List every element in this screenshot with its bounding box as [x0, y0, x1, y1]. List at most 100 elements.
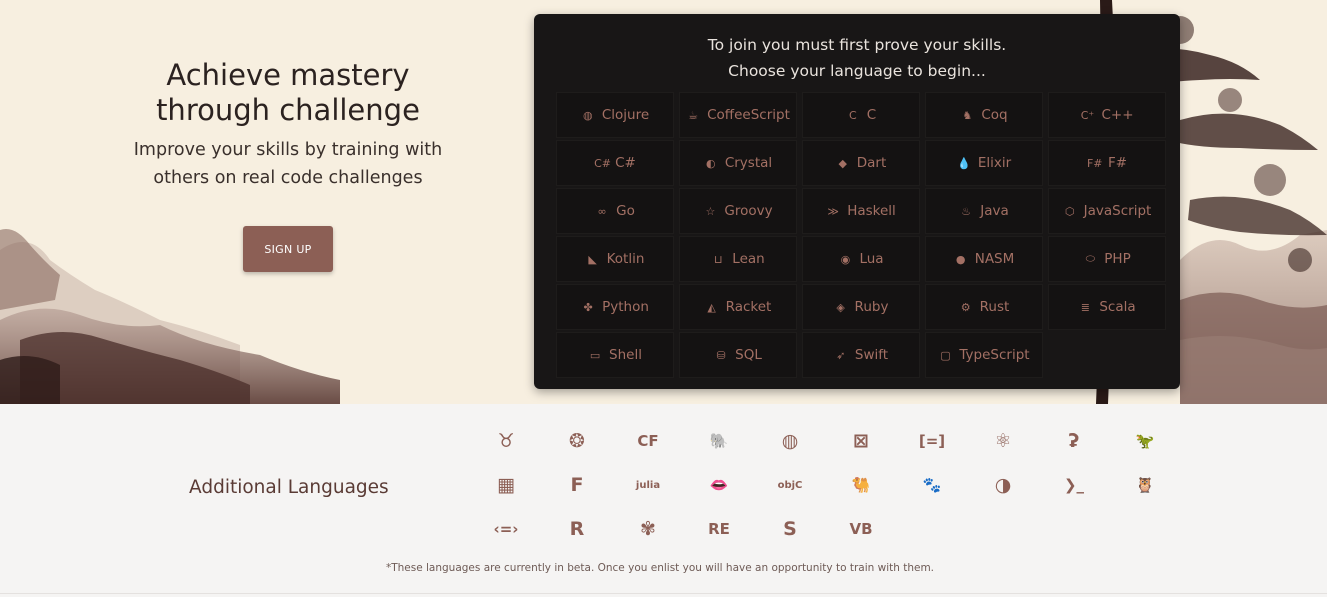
julia-icon[interactable]: julia	[635, 472, 661, 498]
vb-icon[interactable]: VB	[848, 516, 874, 542]
forth-icon[interactable]: ʡ	[1061, 428, 1087, 454]
fantom-icon[interactable]: F	[564, 472, 590, 498]
language-selection-panel: To join you must first prove your skills…	[534, 14, 1180, 389]
cfml-icon[interactable]: CF	[635, 428, 661, 454]
hero-section: Achieve mastery through challenge Improv…	[0, 0, 1327, 404]
language-option-groovy[interactable]: ☆ Groovy	[679, 188, 797, 234]
haskell-icon: ≫	[827, 204, 839, 218]
language-option-lean[interactable]: ⊔ Lean	[679, 236, 797, 282]
language-option-c[interactable]: C# C#	[556, 140, 674, 186]
language-label: Lean	[732, 251, 765, 267]
language-option-clojure[interactable]: ◍ Clojure	[556, 92, 674, 138]
language-option-shell[interactable]: ▭ Shell	[556, 332, 674, 378]
language-label: NASM	[974, 251, 1015, 267]
c-icon: C	[848, 108, 857, 122]
language-label: Rust	[979, 299, 1010, 315]
reason-icon[interactable]: ✾	[635, 516, 661, 542]
language-option-swift[interactable]: ➶ Swift	[802, 332, 920, 378]
language-option-dart[interactable]: ◆ Dart	[802, 140, 920, 186]
hero-subtitle-line-1: Improve your skills by training with	[133, 140, 443, 160]
purescript-icon[interactable]: ‹=›	[493, 516, 519, 542]
idris-icon[interactable]: ▦	[493, 472, 519, 498]
riscv-icon[interactable]: RE	[706, 516, 732, 542]
language-label: Racket	[725, 299, 772, 315]
language-option-haskell[interactable]: ≫ Haskell	[802, 188, 920, 234]
language-label: Clojure	[601, 107, 650, 123]
php-icon: ⬭	[1085, 252, 1095, 265]
lean-icon: ⊔	[713, 252, 723, 266]
language-option-c[interactable]: CC	[802, 92, 920, 138]
swift-icon: ➶	[836, 348, 846, 362]
coffeescript-icon: ☕	[688, 108, 699, 122]
fsharp-icon: F#	[1086, 156, 1103, 170]
language-label: Crystal	[724, 155, 773, 171]
language-option-crystal[interactable]: ◐ Crystal	[679, 140, 797, 186]
language-option-coq[interactable]: ♞ Coq	[925, 92, 1043, 138]
language-label: Elixir	[977, 155, 1012, 171]
language-option-c[interactable]: C⁺ C++	[1048, 92, 1166, 138]
language-option-nasm[interactable]: ● NASM	[925, 236, 1043, 282]
powershell-icon[interactable]: ❯_	[1061, 472, 1087, 498]
language-option-ruby[interactable]: ◈ Ruby	[802, 284, 920, 330]
language-option-go[interactable]: ∞ Go	[556, 188, 674, 234]
language-label: Scala	[1099, 299, 1136, 315]
language-option-f[interactable]: F# F#	[1048, 140, 1166, 186]
shell-icon: ▭	[589, 348, 601, 362]
language-option-javascript[interactable]: ⬡ JavaScript	[1048, 188, 1166, 234]
javascript-icon: ⬡	[1064, 204, 1075, 218]
language-label: Java	[980, 203, 1009, 219]
solidity-icon[interactable]: S	[777, 516, 803, 542]
pascal-icon[interactable]: 🐾	[919, 472, 945, 498]
language-option-coffeescript[interactable]: ☕ CoffeeScript	[679, 92, 797, 138]
elixir-icon: 💧	[956, 156, 971, 170]
d-icon[interactable]: ⊠	[848, 428, 874, 454]
language-label: JavaScript	[1083, 203, 1152, 219]
language-grid: ◍ Clojure ☕ CoffeeScript C C ♞ Coq C⁺ C++ C# C# ◐ Cry…	[556, 92, 1171, 382]
groovy-icon: ☆	[705, 204, 716, 218]
hero-copy: Achieve mastery through challenge Improv…	[108, 58, 468, 192]
factor-icon[interactable]: ⚛	[990, 428, 1016, 454]
language-option-java[interactable]: ♨ Java	[925, 188, 1043, 234]
language-option-lua[interactable]: ◉ Lua	[802, 236, 920, 282]
ocaml-icon[interactable]: 🐫	[848, 472, 874, 498]
go-icon: ∞	[597, 204, 607, 218]
erlang-icon[interactable]: [=]	[919, 428, 945, 454]
objc-icon[interactable]: objC	[777, 472, 803, 498]
language-label: TypeScript	[959, 347, 1030, 363]
language-label: CoffeeScript	[707, 107, 790, 123]
bf-icon[interactable]: ❂	[564, 428, 590, 454]
hero-title: Achieve mastery through challenge	[108, 58, 468, 128]
csharp-icon: C#	[594, 156, 612, 170]
agda-icon[interactable]: ♉	[493, 428, 519, 454]
language-option-sql[interactable]: ⛁ SQL	[679, 332, 797, 378]
language-option-racket[interactable]: ◭ Racket	[679, 284, 797, 330]
lambdacalc-icon[interactable]: 👄	[706, 472, 732, 498]
hero-title-line-1: Achieve mastery	[166, 58, 410, 92]
typescript-icon: ▢	[940, 348, 951, 362]
lua-icon: ◉	[840, 252, 851, 266]
language-label: Swift	[854, 347, 889, 363]
language-label: F#	[1107, 155, 1128, 171]
crystal-icon: ◐	[706, 156, 716, 170]
language-label: Kotlin	[606, 251, 645, 267]
panel-heading: To join you must first prove your skills…	[534, 32, 1180, 84]
language-option-elixir[interactable]: 💧 Elixir	[925, 140, 1043, 186]
language-option-kotlin[interactable]: ◣ Kotlin	[556, 236, 674, 282]
language-option-rust[interactable]: ⚙ Rust	[925, 284, 1043, 330]
bottom-divider	[0, 593, 1327, 594]
language-option-scala[interactable]: ≣ Scala	[1048, 284, 1166, 330]
perl-icon[interactable]: ◑	[990, 472, 1016, 498]
language-option-python[interactable]: ✤ Python	[556, 284, 674, 330]
fortran-icon[interactable]: 🦖	[1132, 428, 1158, 454]
cpp-icon: C⁺	[1080, 108, 1095, 122]
sign-up-button[interactable]: SIGN UP	[243, 226, 333, 272]
language-label: PHP	[1104, 251, 1131, 267]
coq-icon: ♞	[962, 108, 973, 122]
language-option-typescript[interactable]: ▢ TypeScript	[925, 332, 1043, 378]
commonlisp-icon[interactable]: ◍	[777, 428, 803, 454]
kotlin-icon: ◣	[588, 252, 597, 266]
r-icon[interactable]: R	[564, 516, 590, 542]
language-option-php[interactable]: ⬭ PHP	[1048, 236, 1166, 282]
cobol-icon[interactable]: 🐘	[706, 428, 732, 454]
prolog-icon[interactable]: 🦉	[1132, 472, 1158, 498]
